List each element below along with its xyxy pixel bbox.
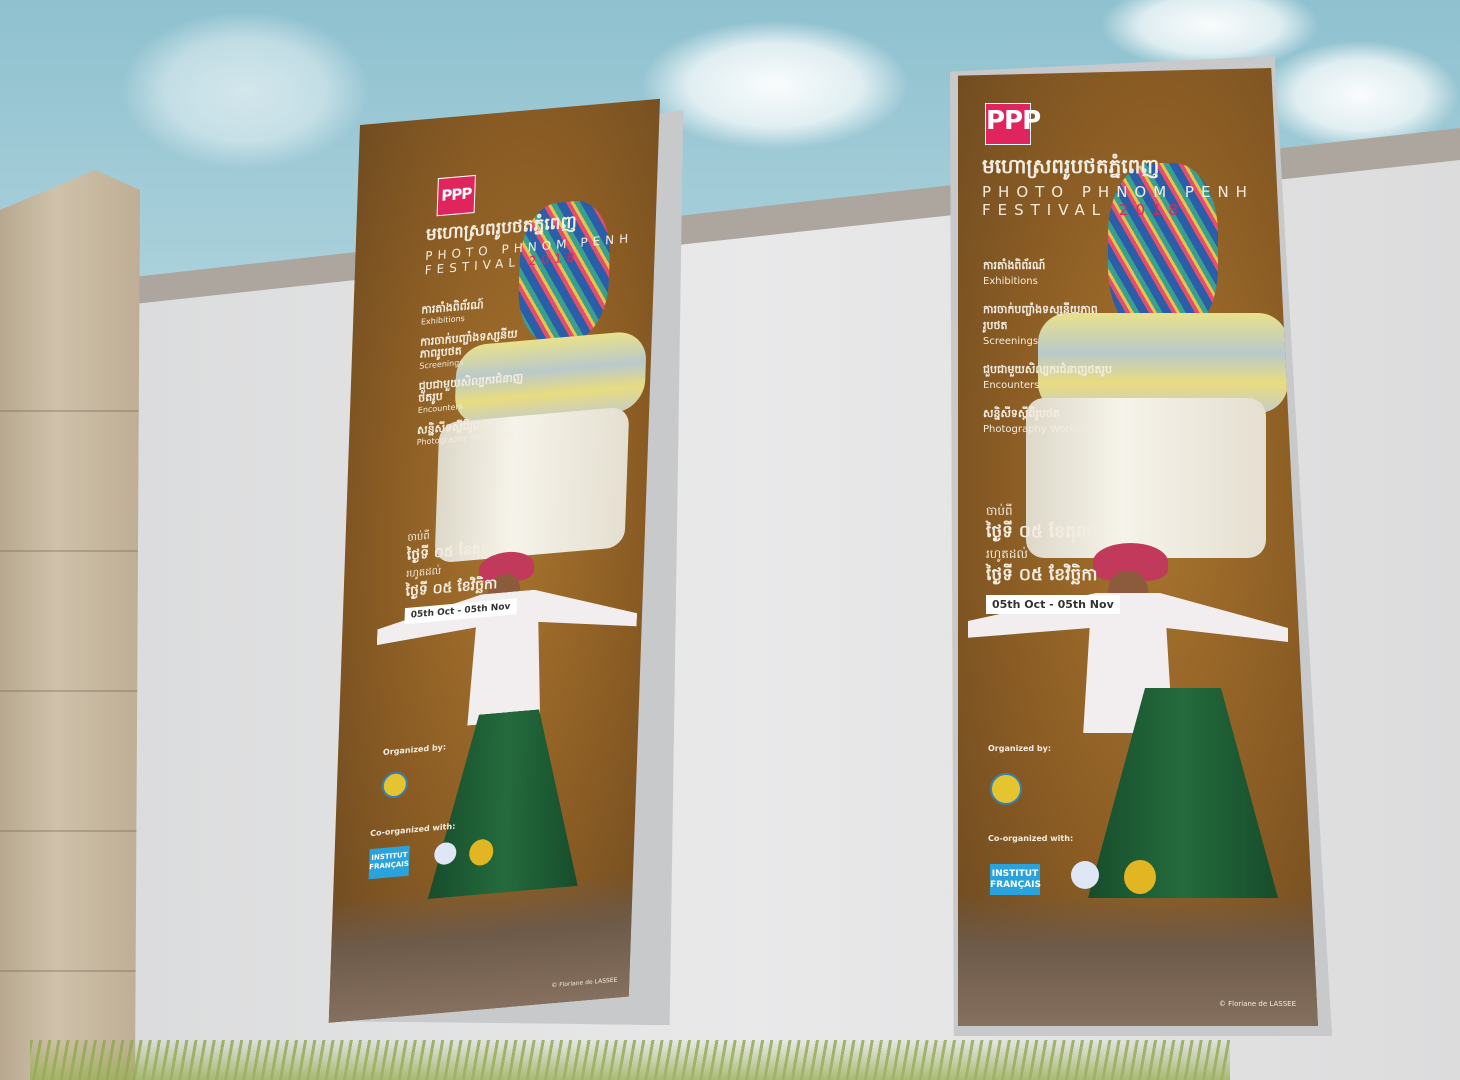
organizer-logo: [381, 770, 409, 800]
item-kh: សន្និសីទស្តីពីរូបថត: [983, 407, 1060, 420]
organized-by-label: Organized by:: [382, 742, 447, 757]
photo-credit: © Floriane de LASSEE: [1218, 1000, 1296, 1008]
title-english: PHOTO PHNOM PENH: [982, 183, 1254, 201]
from-label: ចាប់ពី: [986, 504, 1013, 518]
item-kh: ជួបជាមួយសិល្បករជំនាញថតរូប: [983, 363, 1112, 376]
organized-by-label: Organized by:: [988, 744, 1052, 753]
item-en: Photography Workshops: [983, 424, 1105, 435]
item-en: Screenings: [983, 336, 1039, 347]
title-festival: FESTIVAL: [982, 201, 1108, 219]
ppp-logo: PPP: [985, 103, 1041, 145]
item-kh: ការចាក់បញ្ចាំងទស្សនីយភាពរូបថត: [983, 303, 1098, 332]
partner-emblem: [1124, 860, 1156, 894]
co-organized-label: Co-organized with:: [370, 821, 456, 839]
institut-francais-logo: INSTITUT FRANÇAIS: [990, 864, 1041, 895]
poster-left: PPP មហោស្រពរូបថតភ្នំពេញ PHOTO PHNOM PENH…: [328, 98, 660, 1023]
stone-pillar: [0, 170, 140, 1080]
item-en: Encounters: [983, 380, 1040, 391]
item-en: Exhibitions: [983, 276, 1038, 287]
date-badge: 05th Oct - 05th Nov: [986, 595, 1120, 614]
start-date: ថ្ងៃទី ០៥ ខែតុលា: [986, 522, 1098, 542]
ppp-logo: PPP: [436, 174, 476, 217]
co-organized-label: Co-organized with:: [988, 834, 1074, 843]
end-date: ថ្ងៃទី ០៥ ខែវិច្ឆិកា: [986, 565, 1098, 585]
grass: [30, 1040, 1230, 1080]
title-year: 2018: [1118, 201, 1186, 219]
title-khmer: មហោស្រពរូបថតភ្នំពេញ: [982, 154, 1160, 178]
cloud: [120, 10, 370, 170]
item-kh: ការតាំងពិព័រណ៍: [983, 259, 1046, 272]
institut-francais-logo: INSTITUT FRANÇAIS: [368, 845, 410, 880]
poster-right: PPP មហោស្រពរូបថតភ្នំពេញ PHOTO PHNOM PENH…: [958, 68, 1318, 1026]
partner-logo: [1071, 861, 1099, 889]
to-label: រហូតដល់: [986, 547, 1028, 561]
organizer-logo: [990, 773, 1022, 805]
